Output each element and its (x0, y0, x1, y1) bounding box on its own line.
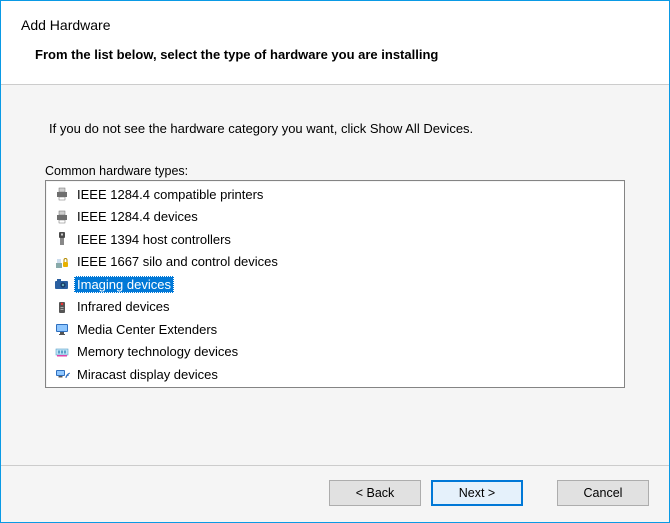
list-item[interactable]: Memory technology devices (48, 341, 622, 364)
list-item[interactable]: Miracast display devices (48, 363, 622, 386)
cancel-button[interactable]: Cancel (557, 480, 649, 506)
list-item[interactable]: Imaging devices (48, 273, 622, 296)
list-label: Common hardware types: (45, 164, 625, 178)
list-item-label: Miracast display devices (74, 366, 221, 383)
wizard-body: If you do not see the hardware category … (1, 85, 669, 465)
list-item[interactable]: Mixed Reality devices (48, 386, 622, 389)
firewire-icon (54, 231, 70, 247)
infrared-icon (54, 299, 70, 315)
list-item[interactable]: IEEE 1394 host controllers (48, 228, 622, 251)
wizard-header: Add Hardware From the list below, select… (1, 1, 669, 84)
printer-icon (54, 186, 70, 202)
list-item[interactable]: IEEE 1284.4 compatible printers (48, 183, 622, 206)
list-item-label: IEEE 1667 silo and control devices (74, 253, 281, 270)
help-text: If you do not see the hardware category … (49, 121, 625, 136)
next-button[interactable]: Next > (431, 480, 523, 506)
camera-icon (54, 276, 70, 292)
back-button[interactable]: < Back (329, 480, 421, 506)
list-item-label: IEEE 1394 host controllers (74, 231, 234, 248)
memory-icon (54, 344, 70, 360)
list-item-label: IEEE 1284.4 compatible printers (74, 186, 266, 203)
list-item[interactable]: IEEE 1284.4 devices (48, 206, 622, 229)
hardware-types-list[interactable]: IEEE 1284.4 compatible printers IEEE 1284… (45, 180, 625, 388)
list-item[interactable]: Infrared devices (48, 296, 622, 319)
list-item-label: Media Center Extenders (74, 321, 220, 338)
silo-lock-icon (54, 254, 70, 270)
list-item-label: Memory technology devices (74, 343, 241, 360)
window-title: Add Hardware (21, 17, 649, 33)
list-item-label: Infrared devices (74, 298, 173, 315)
page-heading: From the list below, select the type of … (21, 47, 649, 62)
printer-icon (54, 209, 70, 225)
wizard-footer: < Back Next > Cancel (1, 465, 669, 522)
list-item-label: Imaging devices (74, 276, 174, 293)
list-item[interactable]: Media Center Extenders (48, 318, 622, 341)
wireless-display-icon (54, 366, 70, 382)
list-item-label: IEEE 1284.4 devices (74, 208, 201, 225)
list-item[interactable]: IEEE 1667 silo and control devices (48, 251, 622, 274)
monitor-icon (54, 321, 70, 337)
